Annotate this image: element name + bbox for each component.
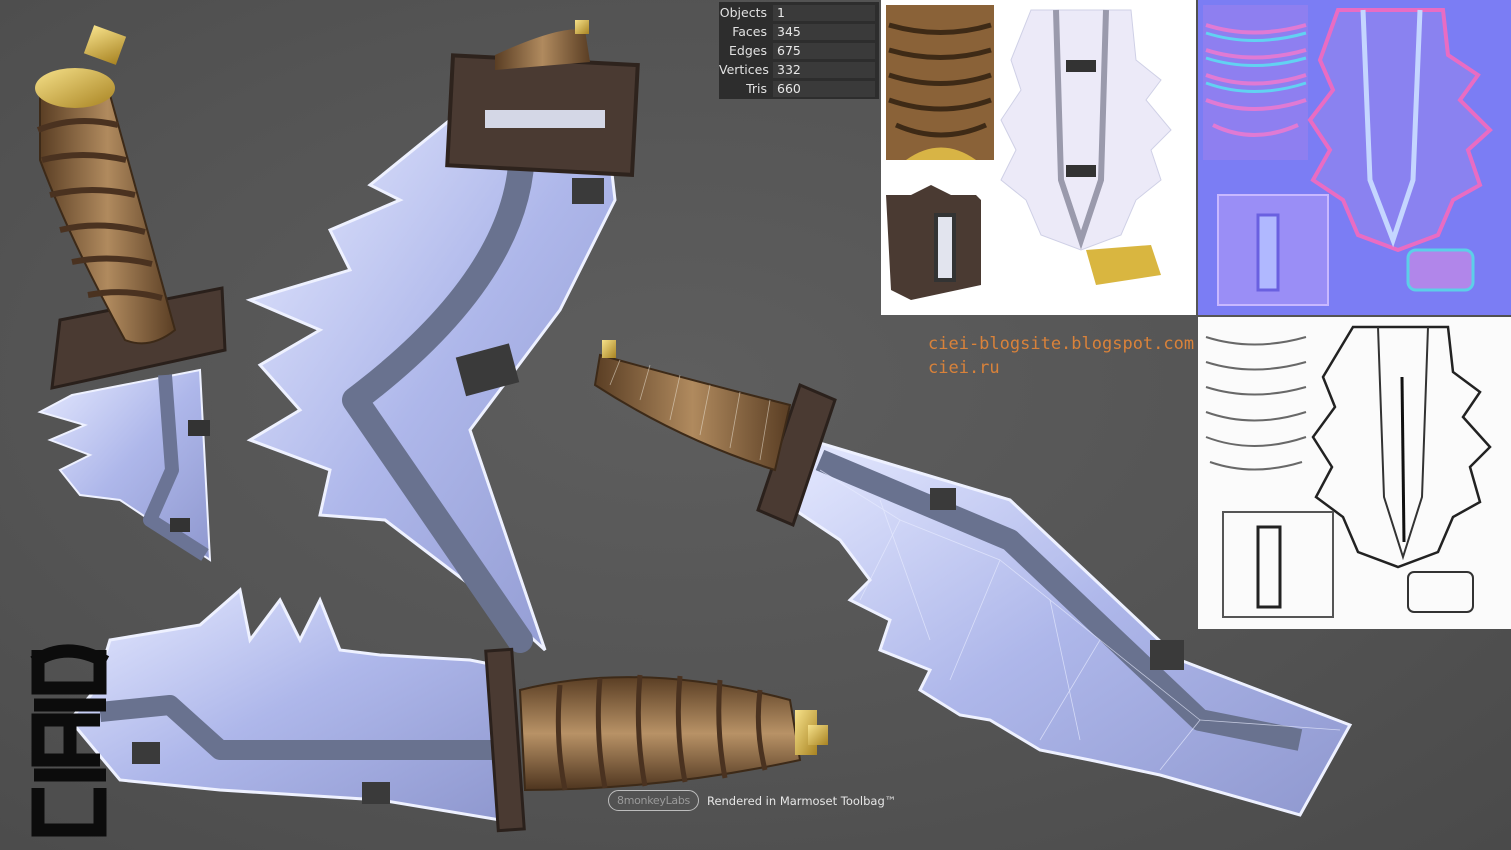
diffuse-texture-map <box>886 5 1172 300</box>
normal-map-panel <box>1198 0 1511 315</box>
stat-row-tris: Tris 660 <box>719 79 879 98</box>
ao-texture-map <box>1205 325 1492 618</box>
diffuse-texture-panel <box>881 0 1196 315</box>
stat-row-objects: Objects 1 <box>719 3 879 22</box>
stat-value: 660 <box>773 80 875 97</box>
stats-panel: Objects 1 Faces 345 Edges 675 Vertices 3… <box>719 2 879 99</box>
stat-value: 345 <box>773 23 875 40</box>
blog-link[interactable]: ciei-blogsite.blogspot.com <box>928 334 1194 354</box>
site-link[interactable]: ciei.ru <box>928 358 1000 378</box>
stat-row-edges: Edges 675 <box>719 41 879 60</box>
stat-value: 332 <box>773 61 875 78</box>
8monkeylabs-logo: 8monkeyLabs <box>608 790 699 811</box>
stat-label: Objects <box>719 5 767 20</box>
stat-value: 1 <box>773 4 875 21</box>
stat-value: 675 <box>773 42 875 59</box>
stat-label: Vertices <box>719 62 769 77</box>
render-credit: 8monkeyLabs Rendered in Marmoset Toolbag… <box>608 790 896 811</box>
stat-row-faces: Faces 345 <box>719 22 879 41</box>
stat-label: Faces <box>732 24 767 39</box>
knife-view-top-left <box>35 25 227 562</box>
knife-view-top-center <box>245 20 640 653</box>
stat-row-vertices: Vertices 332 <box>719 60 879 79</box>
render-credit-text: Rendered in Marmoset Toolbag™ <box>706 793 897 808</box>
normal-texture-map <box>1203 5 1493 306</box>
stat-label: Tris <box>746 81 767 96</box>
ambient-occlusion-panel <box>1198 317 1511 629</box>
stat-label: Edges <box>729 43 767 58</box>
